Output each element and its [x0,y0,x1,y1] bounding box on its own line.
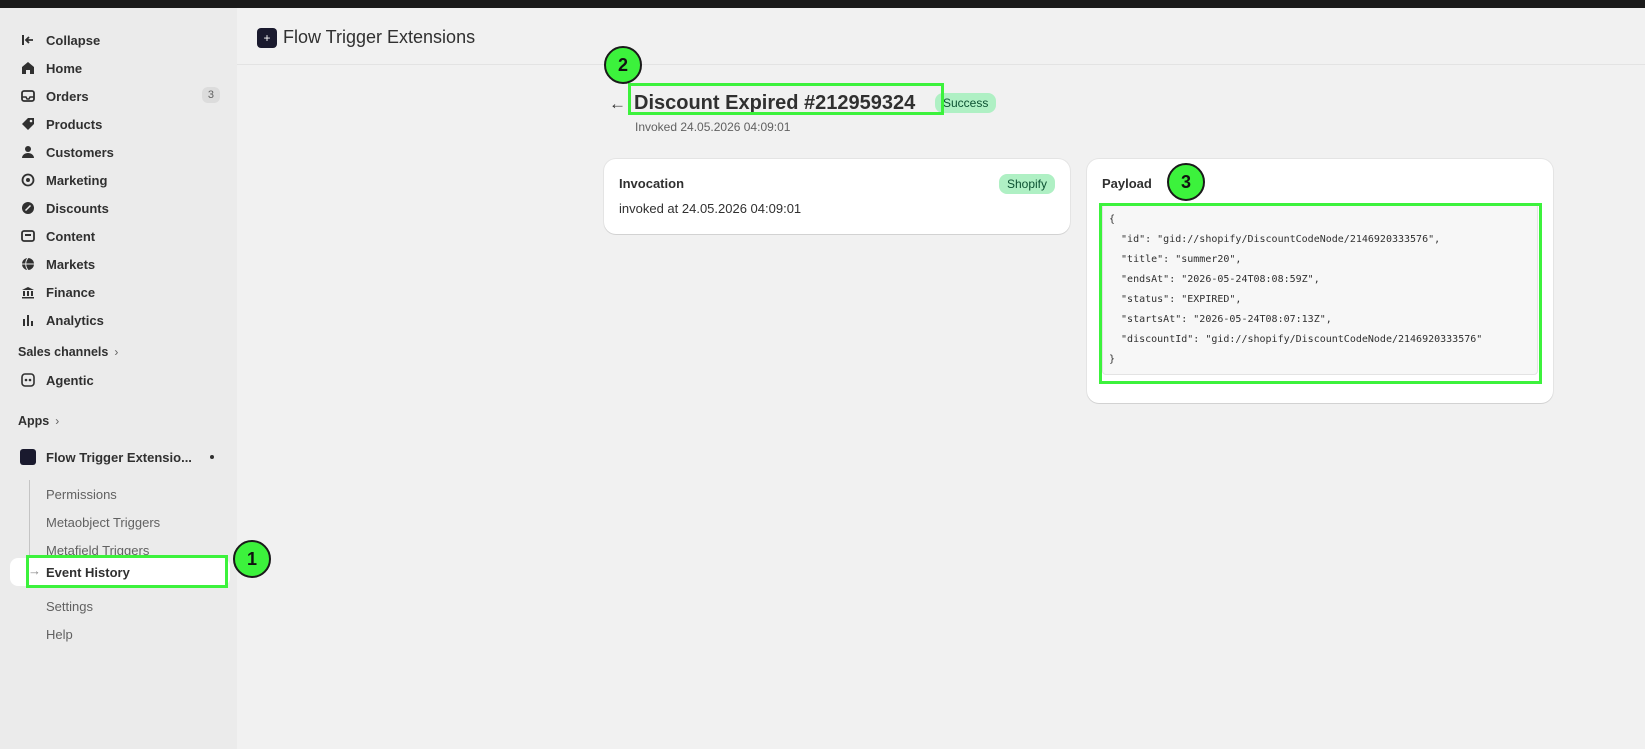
sidebar-item-orders[interactable]: Orders 3 [10,82,230,110]
sidebar-collapse[interactable]: Collapse [10,26,230,54]
sidebar-subitem-settings[interactable]: Settings [46,599,93,614]
sidebar-item-label: Orders [46,89,89,104]
sidebar-subitem-help[interactable]: Help [46,627,73,642]
inbox-icon [20,88,36,104]
sidebar-item-home[interactable]: Home [10,54,230,82]
invocation-card: Invocation Shopify invoked at 24.05.2026… [604,159,1070,234]
marker-3: 3 [1167,163,1205,201]
apps-section[interactable]: Apps › [18,414,59,428]
sidebar-item-label: Marketing [46,173,108,188]
sidebar-item-finance[interactable]: Finance [10,278,230,306]
chevron-right-icon: › [114,345,119,359]
marker-2: 2 [604,46,642,84]
sidebar-item-label: Home [46,61,83,76]
sidebar-collapse-label: Collapse [46,33,101,48]
invocation-heading: Invocation [619,176,685,191]
discount-icon [20,200,36,216]
sidebar-item-customers[interactable]: Customers [10,138,230,166]
app-icon: + [257,28,277,48]
sidebar-item-label: Customers [46,145,114,160]
highlight-box-2 [628,83,944,115]
highlight-box-3 [1099,203,1542,384]
bar-chart-icon [20,312,36,328]
sidebar-item-label: Agentic [46,373,94,388]
sidebar-item-label: Content [46,229,96,244]
sales-channels-label: Sales channels [18,345,109,359]
agentic-icon [20,372,36,388]
sidebar-item-discounts[interactable]: Discounts [10,194,230,222]
app-menu-dot-icon[interactable] [210,455,214,459]
app-title: Flow Trigger Extensions [283,27,476,47]
target-icon [20,172,36,188]
person-icon [20,144,36,160]
sidebar-item-label: Finance [46,285,96,300]
source-badge: Shopify [998,174,1055,194]
sidebar-item-analytics[interactable]: Analytics [10,306,230,334]
status-badge: Success [935,93,997,113]
app-header: + Flow Trigger Extensions [237,8,1645,65]
sidebar-item-content[interactable]: Content [10,222,230,250]
sidebar-subitem-permissions[interactable]: Permissions [46,487,117,502]
apps-label: Apps [18,414,50,428]
sales-channels-section[interactable]: Sales channels › [18,345,118,359]
sidebar-item-label: Markets [46,257,96,272]
sidebar-app-label: Flow Trigger Extensio... [46,450,192,465]
top-bar [0,0,1645,8]
content-icon [20,228,36,244]
invocation-text: invoked at 24.05.2026 04:09:01 [619,201,802,216]
highlight-box-1 [26,555,228,588]
sidebar: Collapse Home Orders 3 Products Customer… [0,8,237,749]
orders-count-badge: 3 [201,87,220,103]
globe-icon [20,256,36,272]
payload-heading: Payload [1102,176,1152,191]
sidebar-subitem-metaobject-triggers[interactable]: Metaobject Triggers [46,515,160,530]
sidebar-item-label: Discounts [46,201,109,216]
page-subtitle: Invoked 24.05.2026 04:09:01 [635,120,791,134]
back-arrow-icon[interactable]: ← [609,94,626,114]
bank-icon [20,284,36,300]
collapse-icon [20,32,36,48]
app-icon [20,449,36,465]
tag-icon [20,116,36,132]
sidebar-app-flow-trigger[interactable]: Flow Trigger Extensio... [10,443,230,471]
chevron-right-icon: › [55,414,60,428]
sidebar-item-markets[interactable]: Markets [10,250,230,278]
home-icon [20,60,36,76]
sidebar-item-products[interactable]: Products [10,110,230,138]
sidebar-item-agentic[interactable]: Agentic [10,366,230,394]
sidebar-item-label: Products [46,117,103,132]
sidebar-item-label: Analytics [46,313,104,328]
marker-1: 1 [233,540,271,578]
sidebar-item-marketing[interactable]: Marketing [10,166,230,194]
